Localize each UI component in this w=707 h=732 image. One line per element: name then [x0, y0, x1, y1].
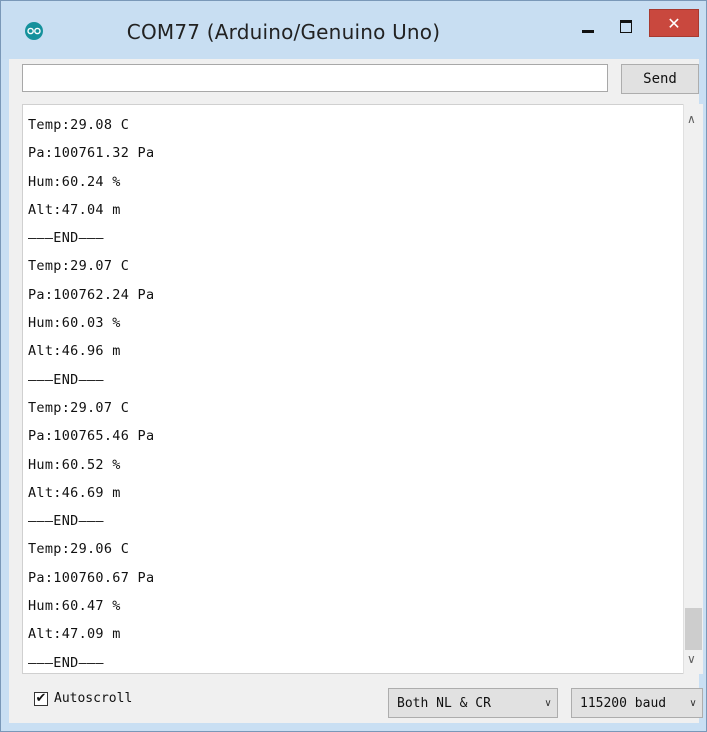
autoscroll-checkbox[interactable]: ✔	[34, 691, 48, 706]
maximize-button[interactable]	[611, 15, 641, 37]
output-line: Pa:100762.24 Pa	[28, 286, 155, 303]
output-line: Alt:46.69 m	[28, 484, 121, 501]
title-bar[interactable]: COM77 (Arduino/Genuino Uno) ✕	[1, 1, 706, 59]
maximize-icon	[620, 20, 632, 33]
minimize-button[interactable]	[573, 15, 603, 37]
autoscroll-label: Autoscroll	[54, 691, 133, 706]
output-line: Temp:29.07 C	[28, 258, 130, 275]
output-line: Temp:29.08 C	[28, 117, 130, 133]
serial-output[interactable]: Temp:29.08 C Pa:100761.32 Pa Hum:60.24 % Al…	[22, 104, 684, 674]
baud-rate-select[interactable]: 115200 baud ∨	[571, 688, 703, 718]
footer-bar: ✔ Autoscroll Both NL & CR ∨ 115200 baud …	[22, 682, 703, 718]
chevron-down-icon: ∨	[689, 697, 697, 709]
output-line: Pa:100761.32 Pa	[28, 145, 155, 162]
scroll-down-icon[interactable]: ∨	[687, 652, 696, 666]
output-line: Hum:60.47 %	[28, 598, 121, 615]
output-line: Alt:46.96 m	[28, 343, 121, 360]
output-line: Hum:60.03 %	[28, 315, 121, 332]
output-line: Hum:60.24 %	[28, 173, 121, 190]
output-line: Temp:29.07 C	[28, 399, 130, 416]
close-button[interactable]: ✕	[649, 9, 699, 37]
output-lines: Temp:29.08 C Pa:100761.32 Pa Hum:60.24 % Al…	[28, 111, 155, 673]
close-icon: ✕	[667, 13, 681, 33]
send-button[interactable]: Send	[621, 64, 699, 94]
output-line: Hum:60.52 %	[28, 456, 121, 473]
baud-rate-value: 115200 baud	[580, 695, 667, 711]
output-line: Alt:47.04 m	[28, 201, 121, 218]
line-ending-value: Both NL & CR	[397, 695, 491, 711]
line-ending-select[interactable]: Both NL & CR ∨	[388, 688, 558, 718]
output-line: ———END———	[28, 513, 104, 530]
vertical-scrollbar[interactable]: ∧ ∨	[683, 104, 703, 674]
chevron-down-icon: ∨	[544, 697, 552, 709]
window-title: COM77 (Arduino/Genuino Uno)	[126, 20, 441, 44]
send-input[interactable]	[22, 64, 608, 92]
output-line: ———END———	[28, 371, 104, 388]
scroll-up-icon[interactable]: ∧	[687, 112, 696, 126]
output-line: ———END———	[28, 230, 104, 247]
output-line: Pa:100760.67 Pa	[28, 569, 155, 586]
scrollbar-thumb[interactable]	[685, 608, 702, 650]
autoscroll-toggle[interactable]: ✔ Autoscroll	[34, 691, 132, 706]
output-line: Alt:47.09 m	[28, 626, 121, 643]
output-line: Pa:100765.46 Pa	[28, 428, 155, 445]
checkmark-icon: ✔	[35, 691, 47, 706]
minimize-icon	[582, 30, 594, 33]
output-line: ———END———	[28, 654, 104, 671]
output-line: Temp:29.06 C	[28, 541, 130, 558]
